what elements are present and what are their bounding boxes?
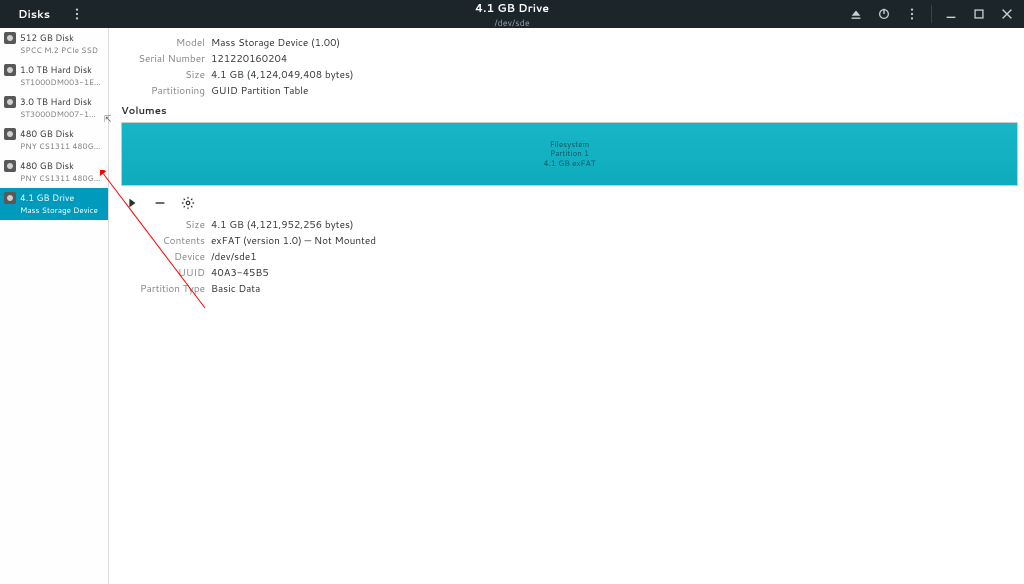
partition-key: Contents [121, 234, 205, 248]
info-value: 4.1 GB (4,124,049,408 bytes) [211, 68, 1018, 82]
partition-value: Basic Data [211, 282, 1018, 296]
maximize-button[interactable] [968, 3, 990, 25]
drive-icon [4, 128, 16, 140]
volume-partition[interactable]: Filesystem Partition 1 4.1 GB exFAT [122, 123, 1017, 185]
sidebar-drive[interactable]: 3.0 TB Hard DiskST3000DM007-1WY10G [0, 92, 108, 124]
volume-gear-button[interactable] [179, 194, 197, 212]
drive-icon [4, 192, 16, 204]
drive-menu-button[interactable] [901, 3, 923, 25]
partition-info-grid: Size 4.1 GB (4,121,952,256 bytes) Contents… [121, 218, 1018, 296]
volume-map[interactable]: Filesystem Partition 1 4.1 GB exFAT [121, 122, 1018, 186]
sidebar-drive[interactable]: 4.1 GB DriveMass Storage Device [0, 188, 108, 220]
info-value: 121220160204 [211, 52, 1018, 66]
info-key: Size [121, 68, 205, 82]
partition-value: 40A3-45B5 [211, 266, 1018, 280]
volume-line3: 4.1 GB exFAT [544, 159, 596, 169]
drive-sidebar: 512 GB DiskSPCC M.2 PCIe SSD1.0 TB Hard … [0, 28, 109, 584]
minimize-button[interactable] [940, 3, 962, 25]
power-off-button[interactable] [873, 3, 895, 25]
partition-key: Device [121, 250, 205, 264]
drive-icon [4, 160, 16, 172]
drive-info-grid: Model Mass Storage Device (1.00) Serial Nu… [121, 36, 1018, 98]
close-button[interactable] [996, 3, 1018, 25]
info-value: Mass Storage Device (1.00) [211, 36, 1018, 50]
partition-value: /dev/sde1 [211, 250, 1018, 264]
delete-partition-button[interactable] [151, 194, 169, 212]
sidebar-drive[interactable]: 512 GB DiskSPCC M.2 PCIe SSD [0, 28, 108, 60]
info-key: Serial Number [121, 52, 205, 66]
app-title: Disks [6, 6, 62, 22]
drive-model: Mass Storage Device [20, 204, 98, 216]
drive-name: 4.1 GB Drive [20, 191, 98, 204]
drive-model: PNY CS1311 480GB SSD [20, 140, 104, 152]
partition-key: UUID [121, 266, 205, 280]
drive-name: 1.0 TB Hard Disk [20, 63, 104, 76]
drive-model: ST3000DM007-1WY10G [20, 108, 104, 120]
divider [931, 5, 932, 23]
volume-controls [121, 190, 1018, 218]
drive-name: 3.0 TB Hard Disk [20, 95, 104, 108]
drive-icon [4, 32, 16, 44]
header-bar: Disks 4.1 GB Drive /dev/sde [0, 0, 1024, 28]
app-menu-button[interactable] [66, 3, 88, 25]
partition-value: 4.1 GB (4,121,952,256 bytes) [211, 218, 1018, 232]
sidebar-drive[interactable]: 480 GB DiskPNY CS1311 480GB SSD [0, 156, 108, 188]
drive-icon [4, 64, 16, 76]
drive-name: 480 GB Disk [20, 127, 104, 140]
info-key: Partitioning [121, 84, 205, 98]
drive-model: PNY CS1311 480GB SSD [20, 172, 104, 184]
sidebar-drive[interactable]: 1.0 TB Hard DiskST1000DM003-1ER162 [0, 60, 108, 92]
partition-key: Size [121, 218, 205, 232]
eject-button[interactable] [845, 3, 867, 25]
info-key: Model [121, 36, 205, 50]
drive-model: ST1000DM003-1ER162 [20, 76, 104, 88]
sidebar-drive[interactable]: 480 GB DiskPNY CS1311 480GB SSD [0, 124, 108, 156]
partition-value: exFAT (version 1.0) — Not Mounted [211, 234, 1018, 248]
info-value: GUID Partition Table [211, 84, 1018, 98]
drive-icon [4, 96, 16, 108]
main-pane: Model Mass Storage Device (1.00) Serial Nu… [109, 28, 1024, 584]
drive-model: SPCC M.2 PCIe SSD [20, 44, 98, 56]
detach-indicator: ⇱ [104, 112, 112, 125]
drive-name: 480 GB Disk [20, 159, 104, 172]
mount-button[interactable] [123, 194, 141, 212]
drive-name: 512 GB Disk [20, 31, 98, 44]
volumes-label: Volumes [121, 104, 1018, 118]
partition-key: Partition Type [121, 282, 205, 296]
